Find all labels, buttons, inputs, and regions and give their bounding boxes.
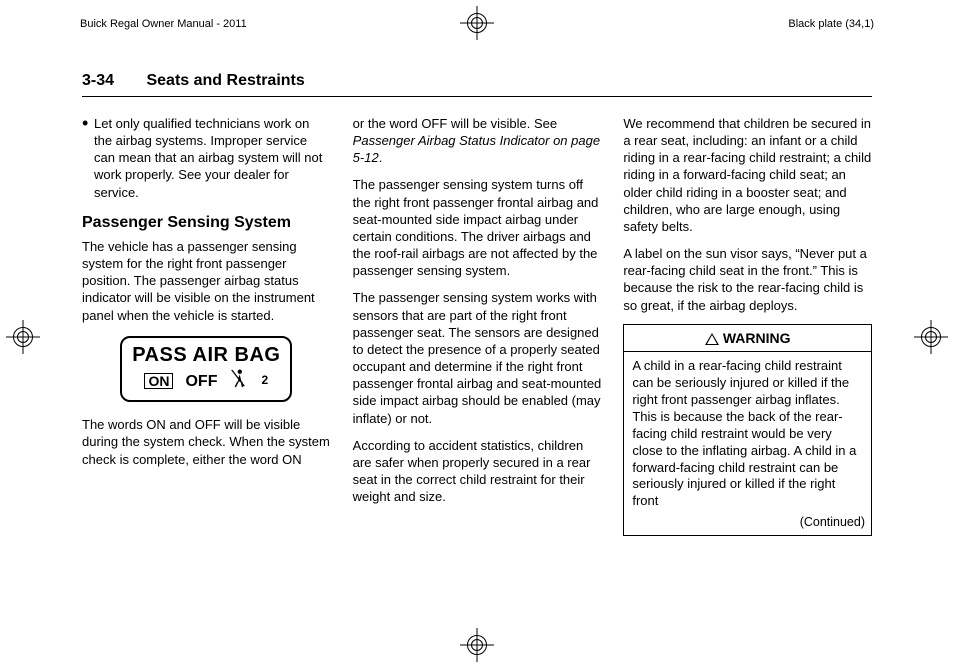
paragraph: The words ON and OFF will be visible dur… <box>82 416 331 467</box>
registration-mark-bottom <box>460 628 494 662</box>
indicator-off-label: OFF <box>185 371 217 392</box>
text-run: . <box>379 150 383 165</box>
indicator-title: PASS AIR BAG <box>132 342 280 368</box>
figure-footnote-number: 2 <box>261 373 268 389</box>
paragraph: The passenger sensing system works with … <box>353 289 602 426</box>
paragraph: The passenger sensing system turns off t… <box>353 176 602 279</box>
paragraph: The vehicle has a passenger sensing syst… <box>82 238 331 324</box>
bullet-dot-icon: • <box>82 115 94 201</box>
warning-label: WARNING <box>723 330 791 346</box>
page: Buick Regal Owner Manual - 2011 Black pl… <box>0 0 954 668</box>
registration-mark-right <box>914 320 948 354</box>
column-3: We recommend that children be secured in… <box>623 115 872 536</box>
column-1: • Let only qualified technicians work on… <box>82 115 331 536</box>
seatbelt-person-icon <box>229 368 247 394</box>
paragraph: We recommend that children be secured in… <box>623 115 872 235</box>
running-header: 3-34 Seats and Restraints <box>82 72 872 97</box>
column-2: or the word OFF will be visible. See Pas… <box>353 115 602 536</box>
page-number: 3-34 <box>82 72 114 89</box>
registration-mark-top <box>460 6 494 40</box>
print-header-right: Black plate (34,1) <box>788 18 874 30</box>
print-header-left: Buick Regal Owner Manual - 2011 <box>80 18 247 30</box>
paragraph: According to accident statistics, childr… <box>353 437 602 506</box>
warning-header: WARNING <box>624 325 871 352</box>
section-title: Seats and Restraints <box>146 72 304 89</box>
warning-box: WARNING A child in a rear-facing child r… <box>623 324 872 536</box>
subheading-passenger-sensing: Passenger Sensing System <box>82 213 331 232</box>
registration-mark-left <box>6 320 40 354</box>
paragraph: A label on the sun visor says, “Never pu… <box>623 245 872 314</box>
paragraph: or the word OFF will be visible. See Pas… <box>353 115 602 166</box>
indicator-on-label: ON <box>144 373 173 389</box>
bullet-item: • Let only qualified technicians work on… <box>82 115 331 201</box>
warning-body: A child in a rear-facing child restraint… <box>624 352 871 514</box>
warning-triangle-icon <box>705 333 719 345</box>
cross-reference: Passenger Airbag Status Indicator on pag… <box>353 133 600 165</box>
content-area: 3-34 Seats and Restraints • Let only qua… <box>82 72 872 536</box>
continued-marker: (Continued) <box>624 514 871 535</box>
text-run: or the word OFF will be visible. See <box>353 116 557 131</box>
bullet-text: Let only qualified technicians work on t… <box>94 115 331 201</box>
airbag-indicator-figure: PASS AIR BAG ON OFF <box>82 336 331 403</box>
